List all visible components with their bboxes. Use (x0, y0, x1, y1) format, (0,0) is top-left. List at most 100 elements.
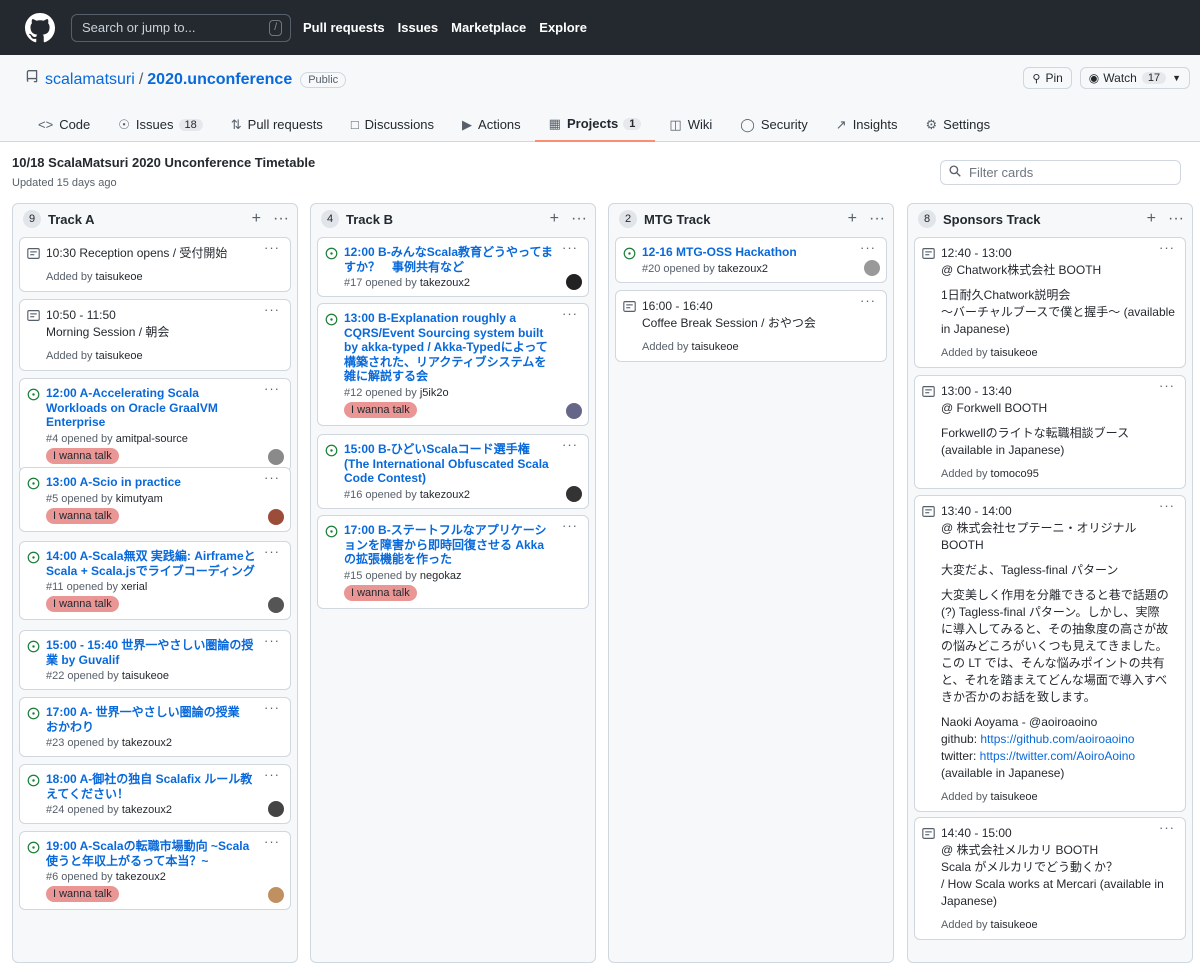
tab-projects[interactable]: ▦ Projects 1 (534, 107, 656, 142)
tab-issues[interactable]: ☉ Issues 18 (104, 107, 216, 142)
issue-title-link[interactable]: 15:00 - 15:40 世界一やさしい圏論の授業 by Guvalif (46, 638, 280, 667)
add-card-icon[interactable]: + (252, 210, 261, 228)
tab-discussions[interactable]: □ Discussions (337, 107, 448, 142)
card-menu-icon[interactable]: ··· (264, 633, 280, 648)
issue-card[interactable]: ··· 15:00 - 15:40 世界一やさしい圏論の授業 by Guvalif… (19, 630, 291, 690)
card-menu-icon[interactable]: ··· (1159, 498, 1175, 513)
card-menu-icon[interactable]: ··· (264, 544, 280, 559)
issue-author[interactable]: negokaz (420, 570, 462, 582)
added-by-user[interactable]: taisukeoe (991, 347, 1038, 359)
note-link[interactable]: https://github.com/aoiroaoino (980, 732, 1134, 746)
note-card[interactable]: ··· 12:40 - 13:00 @ Chatwork株式会社 BOOTH 1日耐久… (914, 237, 1186, 368)
issue-title-link[interactable]: 15:00 B-ひどいScalaコード選手権 (The Internationa… (344, 442, 578, 486)
watch-button[interactable]: ◉ Watch 17 ▼ (1079, 67, 1190, 89)
added-by-user[interactable]: taisukeoe (991, 919, 1038, 931)
issue-author[interactable]: takezoux2 (122, 804, 172, 816)
issue-title-link[interactable]: 12-16 MTG-OSS Hackathon (642, 245, 876, 260)
repo-owner-link[interactable]: scalamatsuri (45, 71, 135, 89)
issue-card[interactable]: ··· 15:00 B-ひどいScalaコード選手権 (The Internati… (317, 434, 589, 509)
label-i-wanna-talk[interactable]: I wanna talk (46, 596, 119, 612)
issue-author[interactable]: takezoux2 (122, 737, 172, 749)
label-i-wanna-talk[interactable]: I wanna talk (46, 507, 119, 524)
issue-card[interactable]: ··· 12-16 MTG-OSS Hackathon #20 opened by … (615, 237, 887, 283)
note-card[interactable]: ··· 16:00 - 16:40 Coffee Break Session / お… (615, 290, 887, 362)
issue-author[interactable]: takezoux2 (116, 871, 166, 883)
card-menu-icon[interactable]: ··· (264, 302, 280, 317)
issue-author[interactable]: taisukeoe (122, 670, 169, 682)
issue-card[interactable]: ··· 14:00 A-Scala無双 実践編: AirframeとScala +… (19, 541, 291, 620)
tab-security[interactable]: ◯ Security (726, 107, 822, 142)
issue-author[interactable]: j5ik2o (420, 387, 449, 399)
github-logo-icon[interactable] (24, 12, 56, 44)
issue-title-link[interactable]: 14:00 A-Scala無双 実践編: AirframeとScala + Sc… (46, 549, 280, 578)
label-i-wanna-talk[interactable]: I wanna talk (46, 447, 119, 464)
added-by-user[interactable]: taisukeoe (692, 341, 739, 353)
tab-wiki[interactable]: ◫ Wiki (655, 107, 726, 142)
nav-explore[interactable]: Explore (539, 20, 587, 35)
nav-marketplace[interactable]: Marketplace (451, 20, 526, 35)
note-link[interactable]: https://twitter.com/AoiroAoino (980, 749, 1135, 763)
pin-button[interactable]: ⚲ Pin (1023, 67, 1072, 89)
column-menu-icon[interactable]: ··· (1168, 210, 1184, 228)
issue-title-link[interactable]: 18:00 A-御社の独自 Scalafix ルール教えてください！ (46, 772, 280, 801)
issue-title-link[interactable]: 12:00 A-Accelerating Scala Workloads on … (46, 386, 280, 430)
card-menu-icon[interactable]: ··· (264, 834, 280, 849)
issue-card[interactable]: ··· 13:00 A-Scio in practice #5 opened by … (19, 467, 291, 532)
card-menu-icon[interactable]: ··· (264, 700, 280, 715)
issue-title-link[interactable]: 19:00 A-Scalaの転職市場動向 ~Scala使うと年収上がるって本当？… (46, 839, 280, 868)
card-menu-icon[interactable]: ··· (1159, 240, 1175, 255)
card-menu-icon[interactable]: ··· (264, 240, 280, 255)
column-menu-icon[interactable]: ··· (869, 210, 885, 228)
card-menu-icon[interactable]: ··· (562, 437, 578, 452)
issue-author[interactable]: kimutyam (116, 493, 163, 505)
issue-card[interactable]: ··· 12:00 B-みんなScala教育どうやってますか？ 事例共有など #17… (317, 237, 589, 297)
issue-card[interactable]: ··· 17:00 A- 世界一やさしい圏論の授業 おかわり #23 opened … (19, 697, 291, 757)
label-i-wanna-talk[interactable]: I wanna talk (344, 584, 417, 601)
issue-card[interactable]: ··· 17:00 B-ステートフルなアプリケーションを障害から即時回復させる A… (317, 515, 589, 609)
card-menu-icon[interactable]: ··· (264, 470, 280, 485)
note-card[interactable]: ··· 10:50 - 11:50 Morning Session / 朝会 Adde… (19, 299, 291, 371)
add-card-icon[interactable]: + (1147, 210, 1156, 228)
add-card-icon[interactable]: + (848, 210, 857, 228)
column-menu-icon[interactable]: ··· (571, 210, 587, 228)
issue-author[interactable]: takezoux2 (420, 277, 470, 289)
card-menu-icon[interactable]: ··· (264, 767, 280, 782)
issue-author[interactable]: amitpal-source (116, 433, 188, 445)
issue-title-link[interactable]: 12:00 B-みんなScala教育どうやってますか？ 事例共有など (344, 245, 578, 274)
nav-issues[interactable]: Issues (398, 20, 438, 35)
card-menu-icon[interactable]: ··· (562, 240, 578, 255)
card-menu-icon[interactable]: ··· (1159, 378, 1175, 393)
note-card[interactable]: ··· 13:00 - 13:40 @ Forkwell BOOTH Forkwell… (914, 375, 1186, 489)
tab-actions[interactable]: ▶ Actions (448, 107, 535, 142)
column-menu-icon[interactable]: ··· (273, 210, 289, 228)
note-card[interactable]: ··· 10:30 Reception opens / 受付開始 Added by … (19, 237, 291, 292)
add-card-icon[interactable]: + (550, 210, 559, 228)
issue-title-link[interactable]: 13:00 A-Scio in practice (46, 475, 280, 490)
issue-author[interactable]: xerial (121, 581, 147, 593)
added-by-user[interactable]: taisukeoe (991, 791, 1038, 803)
tab-insights[interactable]: ↗ Insights (822, 107, 912, 142)
label-i-wanna-talk[interactable]: I wanna talk (46, 886, 119, 902)
added-by-user[interactable]: taisukeoe (96, 271, 143, 283)
added-by-user[interactable]: tomoco95 (991, 468, 1039, 480)
tab-settings[interactable]: ⚙ Settings (912, 107, 1005, 142)
label-i-wanna-talk[interactable]: I wanna talk (344, 401, 417, 418)
tab-pull-requests[interactable]: ⇅ Pull requests (217, 107, 337, 142)
issue-card[interactable]: ··· 18:00 A-御社の独自 Scalafix ルール教えてください！ #24… (19, 764, 291, 824)
issue-author[interactable]: takezoux2 (420, 489, 470, 501)
repo-name-link[interactable]: 2020.unconference (147, 71, 292, 89)
issue-card[interactable]: ··· 19:00 A-Scalaの転職市場動向 ~Scala使うと年収上がるって… (19, 831, 291, 910)
filter-cards-input[interactable]: Filter cards (940, 160, 1181, 185)
card-menu-icon[interactable]: ··· (1159, 820, 1175, 835)
added-by-user[interactable]: taisukeoe (96, 350, 143, 362)
search-input[interactable]: Search or jump to... / (71, 13, 291, 42)
nav-pull-requests[interactable]: Pull requests (303, 20, 385, 35)
card-menu-icon[interactable]: ··· (562, 518, 578, 533)
issue-card[interactable]: ··· 12:00 A-Accelerating Scala Workloads … (19, 378, 291, 472)
card-menu-icon[interactable]: ··· (860, 293, 876, 308)
issue-card[interactable]: ··· 13:00 B-Explanation roughly a CQRS/Ev… (317, 303, 589, 426)
issue-title-link[interactable]: 17:00 B-ステートフルなアプリケーションを障害から即時回復させる Akka… (344, 523, 578, 567)
card-menu-icon[interactable]: ··· (860, 240, 876, 255)
card-menu-icon[interactable]: ··· (562, 306, 578, 321)
issue-author[interactable]: takezoux2 (718, 263, 768, 275)
